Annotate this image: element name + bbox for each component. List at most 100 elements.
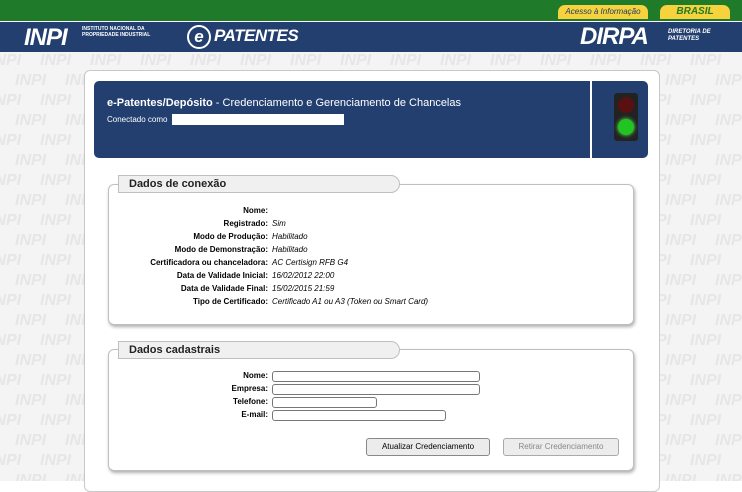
connection-field-label: Nome: <box>243 206 268 215</box>
watermark-tile: INPI <box>0 412 22 429</box>
registration-field-input[interactable] <box>272 371 480 382</box>
watermark-tile: INPI <box>665 472 697 481</box>
watermark-tile: INPI <box>0 212 22 229</box>
connected-user-value <box>172 114 344 125</box>
watermark-tile: INPI <box>40 372 72 389</box>
connection-panel-title: Dados de conexão <box>118 175 400 193</box>
registration-field-label: Empresa: <box>231 384 268 393</box>
watermark-tile: INPI <box>690 252 722 269</box>
registration-panel-title: Dados cadastrais <box>118 341 400 359</box>
watermark-tile: INPI <box>90 52 122 69</box>
remove-registration-button[interactable]: Retirar Credenciamento <box>503 438 619 456</box>
connection-field-value: 16/02/2012 22:00 <box>272 271 335 280</box>
connection-field-label: Certificadora ou chanceladora: <box>150 258 268 267</box>
traffic-light-icon <box>614 93 638 141</box>
watermark-tile: INPI <box>690 332 722 349</box>
watermark-tile: INPI <box>0 452 22 469</box>
watermark-tile: INPI <box>15 352 47 369</box>
watermark-tile: INPI <box>0 252 22 269</box>
connection-field-value: Habilitado <box>272 245 308 254</box>
watermark-tile: INPI <box>40 332 72 349</box>
watermark-tile: INPI <box>715 392 742 409</box>
watermark-tile: INPI <box>715 192 742 209</box>
watermark-tile: INPI <box>715 472 742 481</box>
government-bar: Acesso à Informação BRASIL <box>0 0 742 22</box>
watermark-tile: INPI <box>665 232 697 249</box>
watermark-tile: INPI <box>665 272 697 289</box>
watermark-tile: INPI <box>665 152 697 169</box>
connection-field-value: Habilitado <box>272 232 308 241</box>
watermark-tile: INPI <box>390 52 422 69</box>
inpi-logo[interactable]: INPI <box>24 24 68 52</box>
update-registration-button[interactable]: Atualizar Credenciamento <box>366 438 490 456</box>
watermark-tile: INPI <box>665 112 697 129</box>
watermark-tile: INPI <box>40 412 72 429</box>
connection-field-value: Sim <box>272 219 286 228</box>
watermark-tile: INPI <box>665 352 697 369</box>
watermark-tile: INPI <box>0 172 22 189</box>
watermark-tile: INPI <box>40 132 72 149</box>
watermark-tile: INPI <box>15 312 47 329</box>
watermark-tile: INPI <box>690 212 722 229</box>
page-banner: e-Patentes/Depósito - Credenciamento e G… <box>94 81 648 158</box>
registration-field-input[interactable] <box>272 410 446 421</box>
watermark-tile: INPI <box>0 92 22 109</box>
connection-field-label: Modo de Demonstração: <box>174 245 268 254</box>
watermark-tile: INPI <box>40 452 72 469</box>
watermark-tile: INPI <box>15 152 47 169</box>
watermark-tile: INPI <box>15 192 47 209</box>
watermark-tile: INPI <box>190 52 222 69</box>
dirpa-logo: DIRPA <box>580 23 649 50</box>
watermark-tile: INPI <box>340 52 372 69</box>
watermark-tile: INPI <box>715 112 742 129</box>
watermark-tile: INPI <box>440 52 472 69</box>
status-indicator <box>590 81 650 158</box>
epatentes-logo-text[interactable]: PATENTES <box>214 26 299 46</box>
watermark-tile: INPI <box>0 372 22 389</box>
registration-field-input[interactable] <box>272 384 480 395</box>
watermark-tile: INPI <box>690 372 722 389</box>
connected-as-label: Conectado como <box>107 115 168 124</box>
watermark-tile: INPI <box>0 292 22 309</box>
watermark-tile: INPI <box>15 72 47 89</box>
dirpa-subtitle: DIRETORIA DE PATENTES <box>668 29 711 42</box>
watermark-tile: INPI <box>715 352 742 369</box>
page-title: e-Patentes/Depósito - Credenciamento e G… <box>107 97 461 109</box>
watermark-tile: INPI <box>665 192 697 209</box>
registration-field-label: E-mail: <box>241 410 268 419</box>
watermark-tile: INPI <box>0 332 22 349</box>
watermark-tile: INPI <box>290 52 322 69</box>
registration-field-input[interactable] <box>272 397 377 408</box>
watermark-tile: INPI <box>690 292 722 309</box>
green-light-icon <box>618 119 634 135</box>
watermark-tile: INPI <box>690 132 722 149</box>
watermark-tile: INPI <box>40 92 72 109</box>
watermark-tile: INPI <box>140 52 172 69</box>
watermark-tile: INPI <box>640 52 672 69</box>
connection-field-label: Data de Validade Inicial: <box>176 271 268 280</box>
watermark-tile: INPI <box>665 392 697 409</box>
watermark-tile: INPI <box>590 52 622 69</box>
watermark-tile: INPI <box>715 152 742 169</box>
watermark-tile: INPI <box>690 92 722 109</box>
connection-field-label: Tipo de Certificado: <box>193 297 268 306</box>
watermark-tile: INPI <box>665 432 697 449</box>
connection-field-label: Data de Validade Final: <box>180 284 268 293</box>
access-information-link[interactable]: Acesso à Informação <box>558 5 648 19</box>
connection-field-label: Modo de Produção: <box>193 232 268 241</box>
watermark-tile: INPI <box>690 52 722 69</box>
watermark-tile: INPI <box>40 52 72 69</box>
brasil-link[interactable]: BRASIL <box>660 5 730 19</box>
registration-field-label: Telefone: <box>233 397 268 406</box>
watermark-tile: INPI <box>15 392 47 409</box>
connection-field-value: 15/02/2015 21:59 <box>272 284 335 293</box>
watermark-tile: INPI <box>715 312 742 329</box>
watermark-tile: INPI <box>15 432 47 449</box>
watermark-tile: INPI <box>40 212 72 229</box>
watermark-tile: INPI <box>15 112 47 129</box>
connection-field-value: AC Certisign RFB G4 <box>272 258 349 267</box>
watermark-tile: INPI <box>0 132 22 149</box>
watermark-tile: INPI <box>15 272 47 289</box>
watermark-tile: INPI <box>715 272 742 289</box>
watermark-tile: INPI <box>690 412 722 429</box>
